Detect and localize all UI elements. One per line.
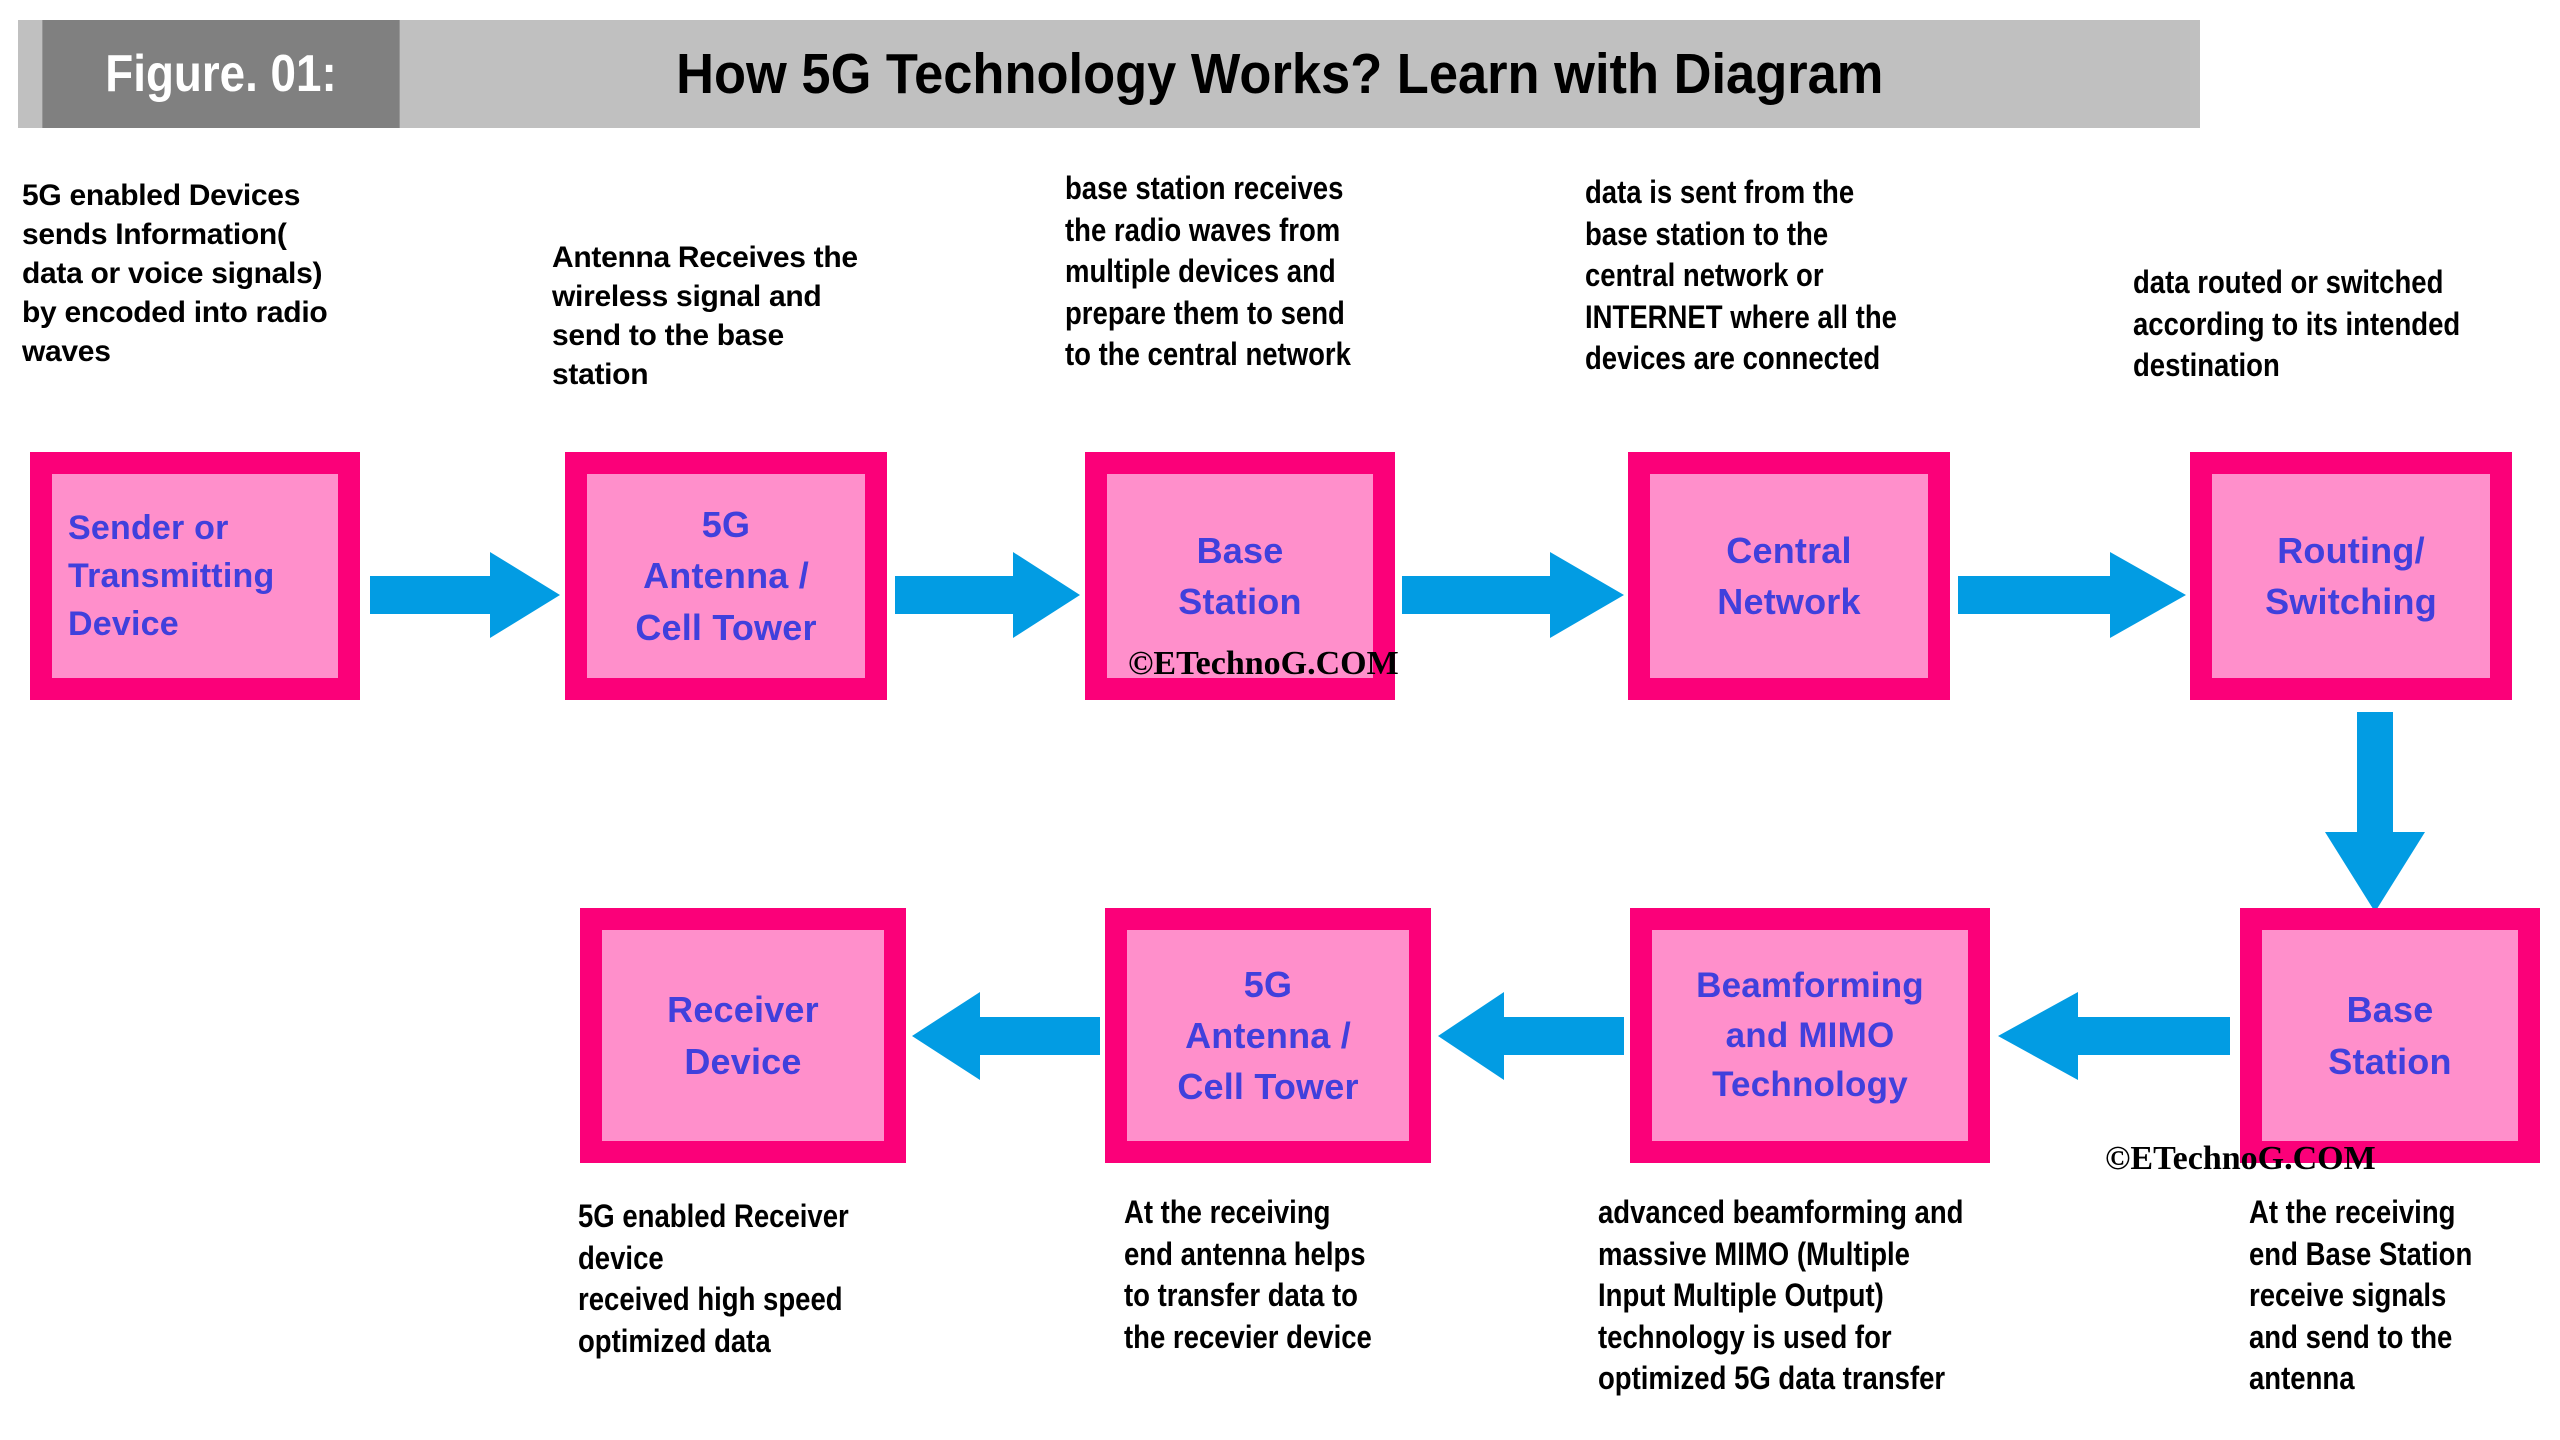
arrow-base2-to-beamforming: [1998, 992, 2230, 1080]
box-receiver-device[interactable]: Receiver Device: [580, 908, 906, 1163]
arrow-central-to-routing: [1958, 552, 2186, 638]
note-receiving-end-base-station: At the receiving end Base Station receiv…: [2249, 1194, 2473, 1397]
arrow-sender-to-antenna: [370, 552, 560, 638]
box-beamforming-label: Beamforming and MIMO Technology: [1652, 930, 1968, 1141]
arrow-antenna-to-base: [895, 552, 1080, 638]
note-data-sent-central: data is sent from the base station to th…: [1585, 174, 1897, 377]
note-base-station-receives: base station receives the radio waves fr…: [1065, 170, 1351, 373]
arrow-antenna2-to-receiver: [912, 992, 1100, 1080]
box-routing-switching[interactable]: Routing/ Switching: [2190, 452, 2512, 700]
note-receiving-end-antenna: At the receiving end antenna helps to tr…: [1124, 1194, 1372, 1355]
box-central-network[interactable]: Central Network: [1628, 452, 1950, 700]
arrow-routing-to-base2: [2325, 712, 2425, 912]
note-data-routed: data routed or switched according to its…: [2133, 264, 2461, 384]
diagram-canvas: Figure. 01: How 5G Technology Works? Lea…: [0, 0, 2560, 1440]
note-antenna-receives: Antenna Receives the wireless signal and…: [552, 241, 858, 391]
box-antenna-label: 5G Antenna / Cell Tower: [587, 474, 865, 678]
box-sender-label: Sender or Transmitting Device: [52, 474, 338, 678]
box-sender-or-transmitting-device[interactable]: Sender or Transmitting Device: [30, 452, 360, 700]
box-central-network-label: Central Network: [1650, 474, 1928, 678]
box-routing-label: Routing/ Switching: [2212, 474, 2490, 678]
watermark-etechnog-row1: ©ETechnoG.COM: [1128, 645, 1399, 682]
arrow-base-to-central: [1402, 552, 1624, 638]
arrow-beamforming-to-antenna2: [1438, 992, 1624, 1080]
box-base-station-row2[interactable]: Base Station: [2240, 908, 2540, 1163]
box-base-station-row2-label: Base Station: [2262, 930, 2518, 1141]
note-advanced-beamforming: advanced beamforming and massive MIMO (M…: [1598, 1194, 1964, 1397]
figure-number-tag: Figure. 01:: [42, 20, 400, 128]
box-5g-antenna-cell-tower-row2[interactable]: 5G Antenna / Cell Tower: [1105, 908, 1431, 1163]
box-antenna-row2-label: 5G Antenna / Cell Tower: [1127, 930, 1409, 1141]
page-title: How 5G Technology Works? Learn with Diag…: [676, 42, 1884, 106]
note-sender-device: 5G enabled Devices sends Information( da…: [22, 179, 328, 368]
box-beamforming-mimo[interactable]: Beamforming and MIMO Technology: [1630, 908, 1990, 1163]
note-receiver-device: 5G enabled Receiver device received high…: [578, 1198, 849, 1359]
watermark-etechnog-row2: ©ETechnoG.COM: [2105, 1140, 2376, 1177]
figure-header-bar: Figure. 01: How 5G Technology Works? Lea…: [18, 20, 2200, 128]
box-5g-antenna-cell-tower[interactable]: 5G Antenna / Cell Tower: [565, 452, 887, 700]
box-receiver-label: Receiver Device: [602, 930, 884, 1141]
